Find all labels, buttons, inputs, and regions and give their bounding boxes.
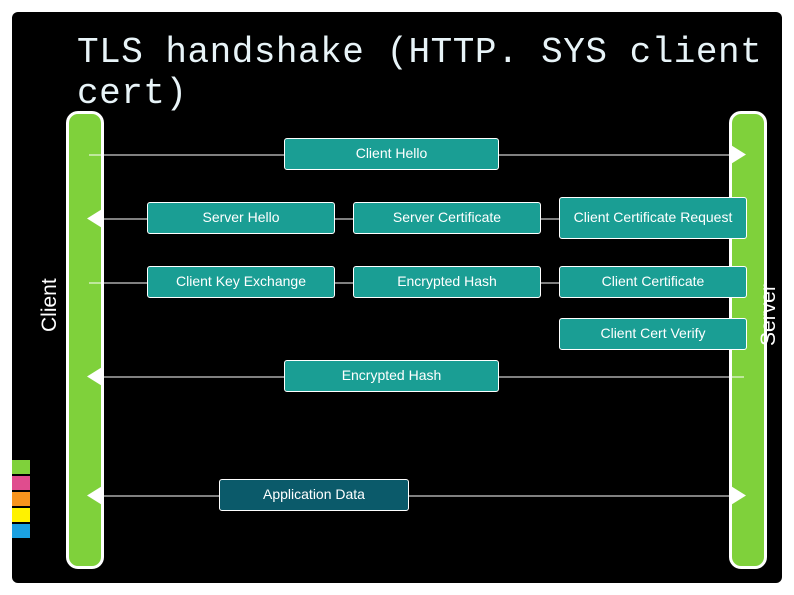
accent-bars xyxy=(12,460,42,540)
message-row: Client Key Exchange Encrypted Hash Clien… xyxy=(89,264,744,302)
client-label: Client xyxy=(38,278,62,332)
msg-client-hello: Client Hello xyxy=(284,138,499,170)
msg-server-certificate: Server Certificate xyxy=(353,202,541,234)
msg-client-cert-verify: Client Cert Verify xyxy=(559,318,747,350)
message-row: Server Hello Server Certificate Client C… xyxy=(89,200,744,238)
msg-application-data: Application Data xyxy=(219,479,409,511)
accent-bar xyxy=(12,492,30,506)
message-row: Encrypted Hash xyxy=(89,358,744,396)
accent-bar xyxy=(12,524,30,538)
msg-server-hello: Server Hello xyxy=(147,202,335,234)
message-row: Client Hello xyxy=(89,136,744,174)
message-row: Client Cert Verify xyxy=(89,316,744,354)
accent-bar xyxy=(12,476,30,490)
slide: TLS handshake (HTTP. SYS client cert) Cl… xyxy=(12,12,782,583)
accent-bar xyxy=(12,508,30,522)
msg-client-cert-request: Client Certificate Request xyxy=(559,197,747,239)
msg-encrypted-hash-2: Encrypted Hash xyxy=(284,360,499,392)
slide-title: TLS handshake (HTTP. SYS client cert) xyxy=(77,32,782,115)
msg-client-certificate: Client Certificate xyxy=(559,266,747,298)
arrow-both-icon xyxy=(89,496,744,497)
server-label: Server xyxy=(757,284,781,346)
msg-encrypted-hash-1: Encrypted Hash xyxy=(353,266,541,298)
accent-bar xyxy=(12,460,30,474)
msg-client-key-exchange: Client Key Exchange xyxy=(147,266,335,298)
message-row: Application Data xyxy=(89,477,744,515)
